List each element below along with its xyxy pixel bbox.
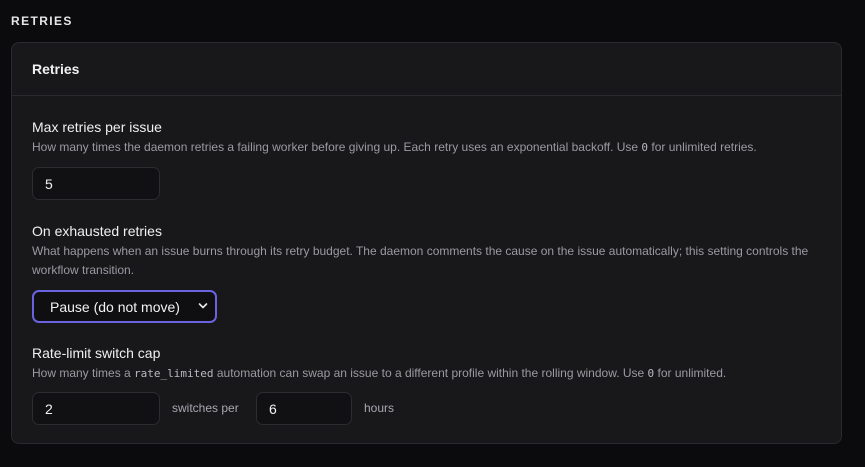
- max-retries-help: How many times the daemon retries a fail…: [32, 140, 757, 154]
- switches-per-label: switches per: [172, 401, 239, 415]
- help-code-rate-limited: rate_limited: [134, 367, 214, 380]
- hours-label: hours: [364, 401, 395, 415]
- selected-option: Pause (do not move): [50, 298, 180, 315]
- max-retries-label: Max retries per issue: [32, 119, 162, 135]
- section-heading: RETRIES: [11, 14, 73, 28]
- hours-input[interactable]: [256, 392, 352, 425]
- switches-input[interactable]: [32, 392, 160, 425]
- card-title: Retries: [12, 43, 841, 96]
- exhausted-action-select[interactable]: Pause (do not move): [32, 290, 217, 323]
- max-retries-input[interactable]: [32, 167, 160, 200]
- exhausted-label: On exhausted retries: [32, 223, 162, 239]
- chevron-down-icon: [198, 303, 208, 309]
- retries-card: Retries Max retries per issue How many t…: [11, 42, 842, 444]
- rate-limit-label: Rate-limit switch cap: [32, 345, 161, 361]
- rate-limit-help: How many times a rate_limited automation…: [32, 366, 727, 380]
- exhausted-help: What happens when an issue burns through…: [32, 244, 809, 277]
